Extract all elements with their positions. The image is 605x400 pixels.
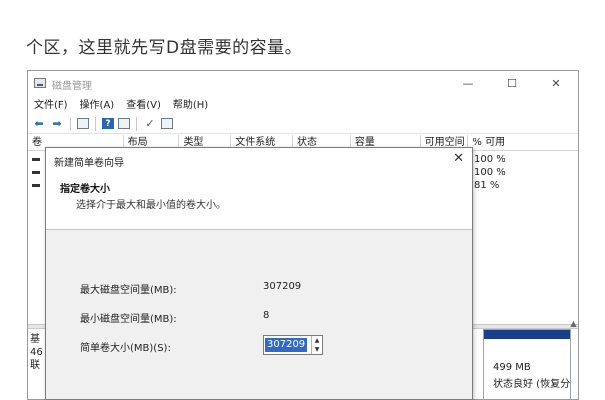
min-space-label: 最小磁盘空间量(MB): [80, 314, 177, 325]
window-controls: — ☐ ✕ [446, 71, 578, 97]
disk-label-line: 46 [30, 347, 43, 358]
wizard-title: 新建简单卷向导 [54, 158, 124, 169]
partition-status: 状态良好 (恢复分 [493, 379, 571, 390]
window-title: 磁盘管理 [52, 81, 92, 92]
menu-action[interactable]: 操作(A) [80, 97, 115, 114]
maximize-button[interactable]: ☐ [490, 71, 534, 97]
toolbar: ⬅ ➡ ? ✓ [28, 114, 578, 134]
partition-stripe [484, 330, 570, 339]
disk-label-line: 基 [30, 334, 40, 345]
volume-icon [32, 184, 40, 187]
back-arrow-icon[interactable]: ⬅ [32, 117, 46, 131]
toolbar-separator [95, 116, 96, 131]
list-icon[interactable] [77, 118, 89, 129]
check-icon[interactable]: ✓ [143, 117, 157, 131]
menu-file[interactable]: 文件(F) [34, 97, 68, 114]
menu-view[interactable]: 查看(V) [126, 97, 161, 114]
max-space-value: 307209 [263, 281, 302, 292]
minimize-button[interactable]: — [446, 71, 490, 97]
volume-icon [32, 158, 40, 161]
menu-help[interactable]: 帮助(H) [173, 97, 208, 114]
percent-free-value: 100 % [474, 154, 506, 165]
percent-free-value: 100 % [474, 167, 506, 178]
min-space-value: 8 [263, 310, 270, 321]
new-simple-volume-wizard: 新建简单卷向导 ✕ 指定卷大小 选择介于最大和最小值的卷大小。 最大磁盘空间量(… [45, 147, 473, 400]
column-percent-free[interactable]: % 可用 [468, 135, 578, 150]
disk-label: 基 46 联 [30, 333, 46, 372]
window-titlebar: 磁盘管理 — ☐ ✕ [28, 71, 578, 97]
toolbar-separator [70, 116, 71, 131]
help-icon[interactable]: ? [102, 118, 114, 129]
forward-arrow-icon[interactable]: ➡ [50, 117, 64, 131]
stepper-down-icon[interactable]: ▼ [312, 345, 322, 354]
recovery-partition[interactable]: 499 MB 状态良好 (恢复分 [483, 329, 571, 399]
partition-size: 499 MB [493, 362, 531, 373]
article-text: 个区，这里就先写D盘需要的容量。 [26, 38, 303, 58]
volume-size-stepper[interactable]: 307209 ▲ ▼ [263, 335, 323, 355]
volume-size-label: 简单卷大小(MB)(S): [80, 343, 171, 354]
scroll-up-icon[interactable]: ▲ [569, 319, 578, 328]
disk-management-icon [34, 78, 46, 88]
disk-label-line: 联 [30, 360, 40, 371]
volume-size-input[interactable]: 307209 [265, 338, 308, 352]
volume-icon [32, 171, 40, 174]
stepper-up-icon[interactable]: ▲ [312, 336, 322, 345]
percent-free-value: 81 % [474, 180, 500, 191]
wizard-titlebar: 新建简单卷向导 ✕ [46, 148, 472, 170]
wizard-close-button[interactable]: ✕ [453, 151, 464, 166]
wizard-heading: 指定卷大小 [60, 184, 110, 195]
toolbar-separator [136, 116, 137, 131]
close-button[interactable]: ✕ [534, 71, 578, 97]
properties-icon[interactable] [161, 118, 173, 129]
details-icon[interactable] [118, 118, 130, 129]
wizard-header: 指定卷大小 选择介于最大和最小值的卷大小。 [46, 170, 472, 230]
wizard-subheading: 选择介于最大和最小值的卷大小。 [76, 200, 226, 211]
menu-bar: 文件(F) 操作(A) 查看(V) 帮助(H) [28, 97, 578, 114]
stepper-arrows: ▲ ▼ [311, 336, 322, 354]
max-space-label: 最大磁盘空间量(MB): [80, 285, 177, 296]
